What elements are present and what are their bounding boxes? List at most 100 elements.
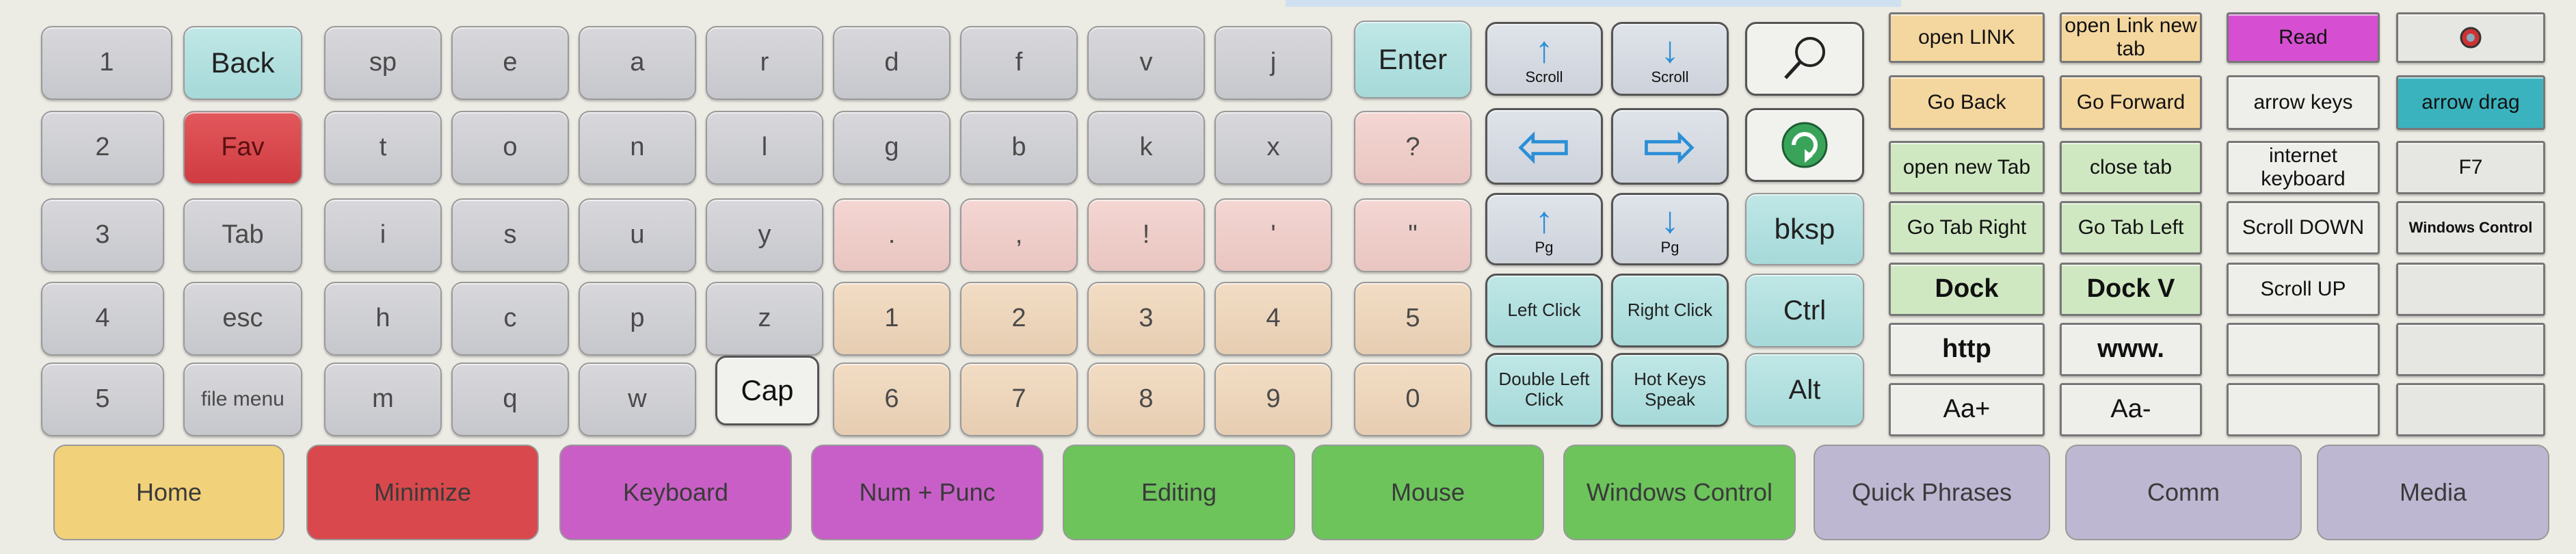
key-x[interactable]: x xyxy=(1214,111,1332,185)
key-digit-5[interactable]: 5 xyxy=(1354,282,1472,356)
key-z[interactable]: z xyxy=(706,282,823,356)
caps-key[interactable]: Cap xyxy=(715,356,819,425)
category-mouse[interactable]: Mouse xyxy=(1312,445,1544,540)
arrow-right-button[interactable]: ⇨ xyxy=(1611,108,1729,185)
f7-button[interactable]: F7 xyxy=(2396,141,2545,194)
right-click-button[interactable]: Right Click xyxy=(1611,274,1729,347)
arrow-drag-button[interactable]: arrow drag xyxy=(2396,75,2545,130)
category-num-punc[interactable]: Num + Punc xyxy=(811,445,1044,540)
windows-control-button[interactable]: Windows Control xyxy=(2396,201,2545,254)
key-n[interactable]: n xyxy=(579,111,696,185)
key-1[interactable]: 1 xyxy=(41,26,172,100)
hot-keys-speak-button[interactable]: Hot Keys Speak xyxy=(1611,353,1729,427)
zoom-in-text-button[interactable]: Aa+ xyxy=(1889,383,2045,436)
key-quote[interactable]: " xyxy=(1354,198,1472,272)
open-link-button[interactable]: open LINK xyxy=(1889,12,2045,63)
key-r[interactable]: r xyxy=(706,26,823,100)
open-link-new-tab-button[interactable]: open Link new tab xyxy=(2060,12,2202,63)
scroll-up-button[interactable]: ↑ Scroll xyxy=(1485,22,1603,96)
category-minimize[interactable]: Minimize xyxy=(306,445,539,540)
go-tab-left-button[interactable]: Go Tab Left xyxy=(2060,201,2202,254)
internet-keyboard-button[interactable]: internet keyboard xyxy=(2227,141,2380,194)
key-digit-1[interactable]: 1 xyxy=(833,282,951,356)
key-m[interactable]: m xyxy=(324,362,442,436)
key-e[interactable]: e xyxy=(451,26,569,100)
key-question[interactable]: ? xyxy=(1354,111,1472,185)
key-digit-6[interactable]: 6 xyxy=(833,362,951,436)
go-tab-right-button[interactable]: Go Tab Right xyxy=(1889,201,2045,254)
key-apostrophe[interactable]: ' xyxy=(1214,198,1332,272)
page-down-button[interactable]: ↓ Pg xyxy=(1611,193,1729,265)
key-g[interactable]: g xyxy=(833,111,951,185)
key-digit-0[interactable]: 0 xyxy=(1354,362,1472,436)
fav-button[interactable]: Fav xyxy=(183,111,302,185)
arrow-left-button[interactable]: ⇦ xyxy=(1485,108,1603,185)
key-v[interactable]: v xyxy=(1087,26,1205,100)
backspace-key[interactable]: bksp xyxy=(1745,193,1864,265)
key-b[interactable]: b xyxy=(960,111,1078,185)
read-button[interactable]: Read xyxy=(2227,12,2380,63)
scroll-down-page-button[interactable]: Scroll DOWN xyxy=(2227,201,2380,254)
empty-key[interactable] xyxy=(2396,383,2545,436)
enter-key[interactable]: Enter xyxy=(1354,21,1472,98)
page-up-button[interactable]: ↑ Pg xyxy=(1485,193,1603,265)
key-k[interactable]: k xyxy=(1087,111,1205,185)
key-j[interactable]: j xyxy=(1214,26,1332,100)
key-digit-2[interactable]: 2 xyxy=(960,282,1078,356)
key-c[interactable]: c xyxy=(451,282,569,356)
empty-key[interactable] xyxy=(2396,323,2545,376)
scroll-up-page-button[interactable]: Scroll UP xyxy=(2227,263,2380,316)
key-l[interactable]: l xyxy=(706,111,823,185)
key-t[interactable]: t xyxy=(324,111,442,185)
key-a[interactable]: a xyxy=(579,26,696,100)
key-i[interactable]: i xyxy=(324,198,442,272)
zoom-out-text-button[interactable]: Aa- xyxy=(2060,383,2202,436)
settings-button[interactable] xyxy=(2396,12,2545,63)
key-comma[interactable]: , xyxy=(960,198,1078,272)
key-sp[interactable]: sp xyxy=(324,26,442,100)
category-media[interactable]: Media xyxy=(2317,445,2549,540)
key-w[interactable]: w xyxy=(579,362,696,436)
key-digit-9[interactable]: 9 xyxy=(1214,362,1332,436)
empty-key[interactable] xyxy=(2227,383,2380,436)
category-quick-phrases[interactable]: Quick Phrases xyxy=(1814,445,2050,540)
category-windows-control[interactable]: Windows Control xyxy=(1563,445,1796,540)
left-click-button[interactable]: Left Click xyxy=(1485,274,1603,347)
category-keyboard[interactable]: Keyboard xyxy=(559,445,792,540)
empty-key[interactable] xyxy=(2227,323,2380,376)
key-u[interactable]: u xyxy=(579,198,696,272)
key-exclamation[interactable]: ! xyxy=(1087,198,1205,272)
key-digit-7[interactable]: 7 xyxy=(960,362,1078,436)
go-back-button[interactable]: Go Back xyxy=(1889,75,2045,130)
key-digit-4[interactable]: 4 xyxy=(1214,282,1332,356)
tab-key[interactable]: Tab xyxy=(183,198,302,272)
close-tab-button[interactable]: close tab xyxy=(2060,141,2202,194)
ctrl-key[interactable]: Ctrl xyxy=(1745,274,1864,347)
key-period[interactable]: . xyxy=(833,198,951,272)
key-d[interactable]: d xyxy=(833,26,951,100)
dock-button[interactable]: Dock xyxy=(1889,263,2045,316)
key-digit-8[interactable]: 8 xyxy=(1087,362,1205,436)
go-forward-button[interactable]: Go Forward xyxy=(2060,75,2202,130)
key-4[interactable]: 4 xyxy=(41,282,164,356)
key-y[interactable]: y xyxy=(706,198,823,272)
empty-key[interactable] xyxy=(2396,263,2545,316)
back-button[interactable]: Back xyxy=(183,26,302,100)
key-3[interactable]: 3 xyxy=(41,198,164,272)
category-editing[interactable]: Editing xyxy=(1063,445,1295,540)
key-h[interactable]: h xyxy=(324,282,442,356)
category-home[interactable]: Home xyxy=(53,445,284,540)
key-5[interactable]: 5 xyxy=(41,362,164,436)
key-s[interactable]: s xyxy=(451,198,569,272)
http-button[interactable]: http xyxy=(1889,323,2045,376)
key-p[interactable]: p xyxy=(579,282,696,356)
key-q[interactable]: q xyxy=(451,362,569,436)
magnifier-button[interactable] xyxy=(1745,22,1864,96)
www-button[interactable]: www. xyxy=(2060,323,2202,376)
arrow-keys-button[interactable]: arrow keys xyxy=(2227,75,2380,130)
alt-key[interactable]: Alt xyxy=(1745,353,1864,427)
file-menu-key[interactable]: file menu xyxy=(183,362,302,436)
key-o[interactable]: o xyxy=(451,111,569,185)
double-left-click-button[interactable]: Double Left Click xyxy=(1485,353,1603,427)
key-digit-3[interactable]: 3 xyxy=(1087,282,1205,356)
